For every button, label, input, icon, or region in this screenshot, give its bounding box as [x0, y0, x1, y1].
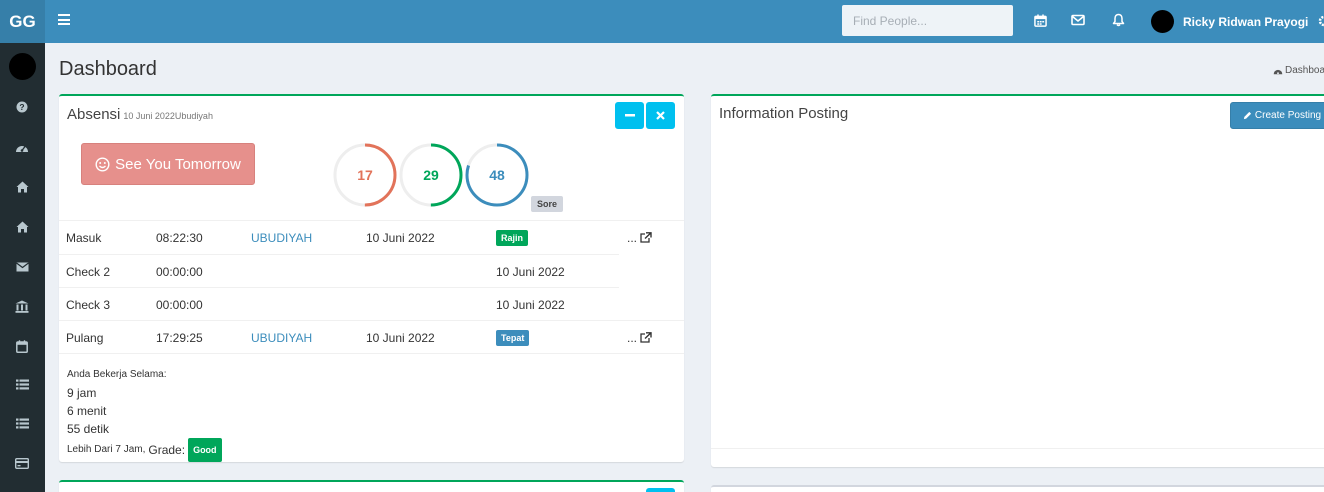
smile-icon	[95, 156, 110, 172]
divider	[59, 353, 684, 354]
app-logo[interactable]: GG	[0, 0, 45, 43]
detail-link[interactable]: ...	[627, 221, 652, 254]
table-row: Pulang 17:29:25 UBUDIYAH 10 Juni 2022 Te…	[59, 320, 684, 353]
more-text: ...	[627, 230, 638, 245]
see-you-tomorrow-button[interactable]: See You Tomorrow	[81, 143, 255, 185]
absensi-panel: Absensi 10 Juni 2022Ubudiyah See You Tomo…	[59, 94, 684, 462]
row-time: 17:29:25	[156, 330, 203, 345]
grade-badge: Good	[188, 438, 222, 462]
row-date: 10 Juni 2022	[496, 297, 565, 312]
calendar-icon[interactable]	[1032, 12, 1048, 28]
secondary-panel-right	[711, 485, 1324, 492]
status-badge-label: Tepat	[496, 329, 530, 346]
status-badge-label: Rajin	[496, 229, 529, 246]
collapse-button[interactable]	[615, 102, 644, 129]
dashboard-icon	[1273, 69, 1283, 74]
secondary-panel-left	[59, 480, 684, 492]
close-icon	[656, 111, 665, 120]
panel-tool-button[interactable]	[646, 488, 675, 492]
status-badge: Rajin	[496, 221, 529, 254]
dashboard-icon[interactable]	[15, 140, 29, 154]
absensi-title: Absensi 10 Juni 2022Ubudiyah	[67, 106, 213, 123]
envelope-icon[interactable]	[1070, 12, 1086, 28]
summary-minutes: 6 menit	[67, 404, 107, 418]
list-icon[interactable]	[15, 377, 29, 391]
row-name: Check 3	[66, 297, 111, 312]
external-link-icon	[640, 332, 652, 343]
summary-seconds: 55 detik	[67, 422, 110, 436]
external-link-icon	[640, 232, 652, 243]
row-date: 10 Juni 2022	[366, 230, 435, 245]
credit-card-icon[interactable]	[15, 456, 29, 470]
row-name: Check 2	[66, 264, 111, 279]
more-text: ...	[627, 330, 638, 345]
table-row: Check 3 00:00:00 10 Juni 2022	[59, 287, 619, 320]
table-row: Check 2 00:00:00 10 Juni 2022	[59, 254, 619, 287]
sidebar-avatar	[9, 53, 36, 80]
page-title: Dashboard	[59, 58, 157, 80]
list-icon[interactable]	[15, 416, 29, 430]
home-icon[interactable]	[15, 180, 29, 194]
information-posting-panel: Information Posting Create Posting	[711, 94, 1324, 467]
breadcrumb-label[interactable]: Dashboa	[1285, 65, 1324, 76]
home-icon[interactable]	[15, 220, 29, 234]
find-people-input[interactable]	[842, 5, 1013, 36]
breadcrumb[interactable]: Dashboa	[1273, 65, 1324, 76]
knob-dial-1: 17	[333, 143, 397, 207]
knob-dial-2: 29	[399, 143, 463, 207]
knob-value: 17	[357, 167, 373, 183]
bell-icon[interactable]	[1110, 12, 1126, 28]
menu-toggle-icon[interactable]	[58, 14, 70, 25]
panel-footer-divider	[711, 448, 1324, 449]
knob-value: 48	[489, 167, 505, 183]
create-posting-label: Create Posting	[1254, 110, 1322, 121]
summary-hours: 9 jam	[67, 386, 97, 400]
row-name: Masuk	[66, 230, 102, 245]
info-posting-title: Information Posting	[719, 105, 849, 122]
pencil-icon	[1243, 111, 1252, 120]
detail-link[interactable]: ...	[627, 321, 652, 354]
top-navbar: Ricky Ridwan Prayogi	[45, 0, 1324, 43]
row-name: Pulang	[66, 330, 104, 345]
row-location[interactable]: UBUDIYAH	[251, 321, 312, 354]
knob-value: 29	[423, 167, 439, 183]
row-time: 08:22:30	[156, 230, 203, 245]
minus-icon	[624, 114, 635, 117]
see-you-tomorrow-label: See You Tomorrow	[115, 155, 241, 173]
row-location[interactable]: UBUDIYAH	[251, 221, 312, 254]
status-badge: Tepat	[496, 321, 530, 354]
user-avatar[interactable]	[1151, 10, 1174, 33]
question-icon[interactable]: ?	[15, 100, 29, 114]
bank-icon[interactable]	[15, 299, 29, 313]
sore-badge: Sore	[531, 196, 564, 212]
grade-label: Grade:	[148, 443, 186, 457]
row-date: 10 Juni 2022	[496, 264, 565, 279]
envelope-icon[interactable]	[15, 260, 29, 274]
row-time: 00:00:00	[156, 264, 203, 279]
gear-icon[interactable]	[1318, 15, 1324, 27]
summary-grade-line: Lebih Dari 7 Jam, Grade: Good	[67, 438, 222, 462]
create-posting-button[interactable]: Create Posting	[1230, 102, 1324, 129]
absensi-date: 10 Juni 2022	[123, 111, 175, 121]
work-summary: Anda Bekerja Selama: 9 jam 6 menit 55 de…	[67, 366, 222, 462]
summary-note: Lebih Dari 7 Jam,	[67, 444, 146, 455]
sidebar: ?	[0, 43, 45, 492]
table-row: Masuk 08:22:30 UBUDIYAH 10 Juni 2022 Raj…	[59, 220, 684, 253]
row-date: 10 Juni 2022	[366, 330, 435, 345]
svg-text:?: ?	[19, 102, 24, 112]
knob-dial-3: 48	[465, 143, 529, 207]
row-time: 00:00:00	[156, 297, 203, 312]
absensi-location: Ubudiyah	[174, 111, 213, 121]
summary-heading: Anda Bekerja Selama:	[67, 369, 167, 380]
user-name[interactable]: Ricky Ridwan Prayogi	[1183, 15, 1308, 29]
absensi-title-text: Absensi	[67, 106, 121, 123]
calendar-icon[interactable]	[15, 339, 29, 353]
close-button[interactable]	[646, 102, 675, 129]
